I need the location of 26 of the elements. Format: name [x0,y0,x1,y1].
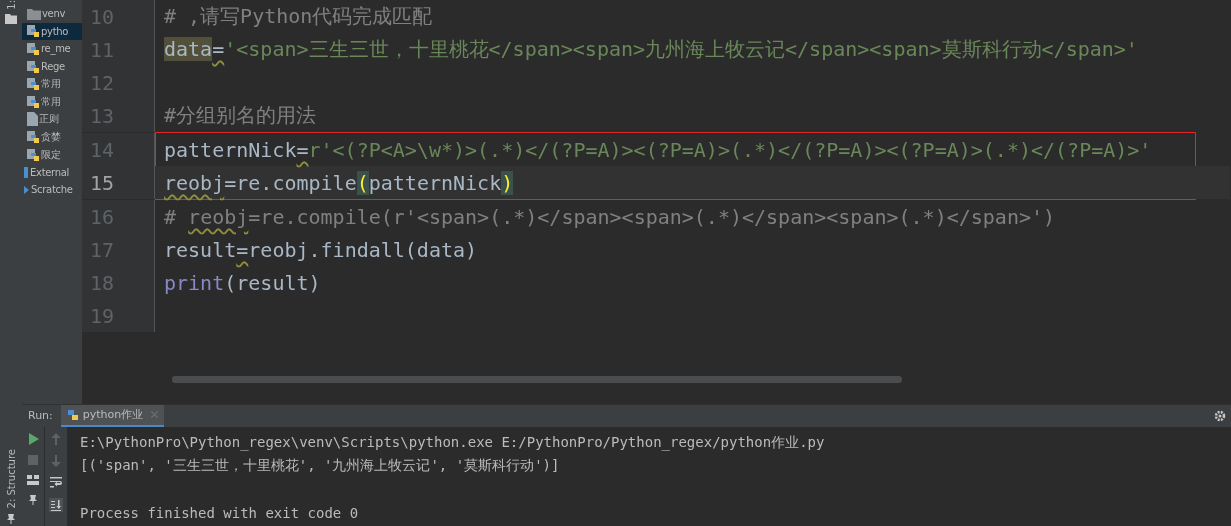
tree-item[interactable]: 常用 [22,92,82,111]
run-tab[interactable]: python作业 [60,405,165,427]
tree-item[interactable]: pytho [22,22,82,41]
tree-item[interactable]: 限定 [22,145,82,164]
console-line: E:\PythonPro\Python_regex\venv\Scripts\python.exe E:/PythonPro/Python_regex/python作业.py [80,432,825,453]
tree-item[interactable]: Rege [22,57,82,76]
tree-item[interactable]: venv [22,5,82,23]
code-line[interactable]: data='<span>三生三世，十里桃花</span><span>九州海上牧云记</span><span>莫斯科行动</span>' [155,36,1138,63]
code-line[interactable]: # reobj=re.compile(r'<span>(.*)</span><span>(.*)</span><span>(.*)</span>') [155,204,1056,229]
tree-item[interactable]: 正则 [22,110,82,129]
console-line: [('span', '三生三世，十里桃花', '九州海上牧云记', '莫斯科行动')] [80,456,561,476]
tree-item[interactable]: 常用 [22,75,82,93]
code-line[interactable]: #分组别名的用法 [155,102,317,129]
tree-item[interactable]: 贪婪 [22,128,82,146]
console-line: Process finished with exit code 0 [80,504,360,524]
tree-item[interactable]: Scratche [22,180,82,199]
code-line[interactable]: result=reobj.findall(data) [155,237,478,262]
panel-label: Run: [28,409,53,423]
code-line[interactable]: patternNick=r'<(?P<A>\w*)>(.*)</(?P=A)><(?P=A)>(.*)</(?P=A)><(?P=A)>(.*)</(?P=A)>' [155,137,1152,162]
code-line[interactable]: # ,请写Python代码完成匹配 [155,3,433,30]
code-line[interactable]: print(result) [155,270,321,295]
tool-window-tab[interactable]: 1: [5,0,17,10]
code-line[interactable]: reobj=re.compile(patternNick) [155,170,514,195]
tree-item[interactable]: External [22,163,82,181]
tree-item[interactable]: re_me [22,40,82,58]
tool-window-tab[interactable]: 2: Structure [5,448,17,508]
